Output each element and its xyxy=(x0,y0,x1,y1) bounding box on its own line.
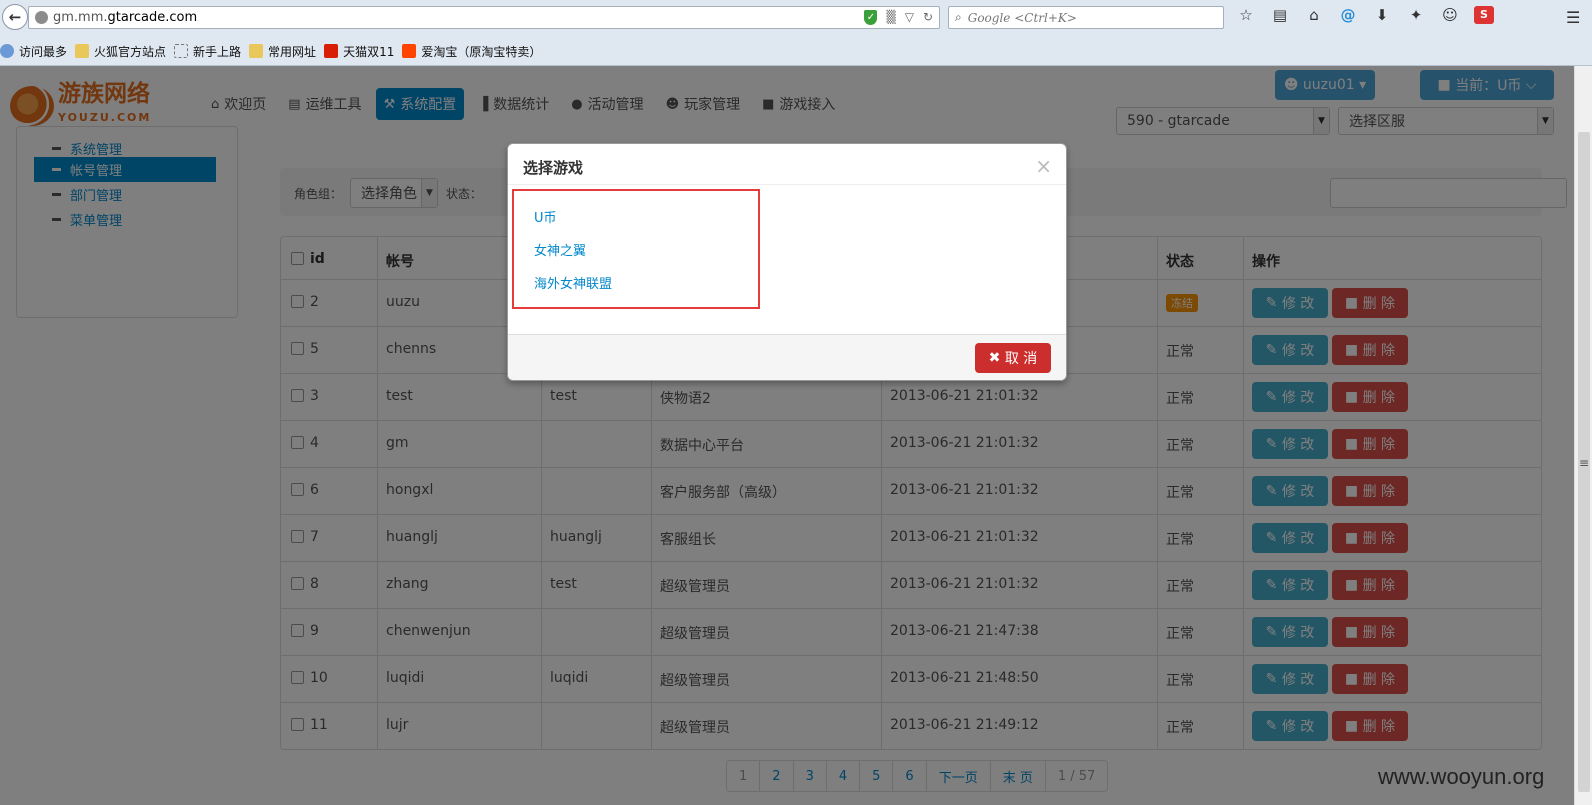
qrcode-icon[interactable]: ▒ xyxy=(886,10,895,25)
cancel-label: 取 消 xyxy=(1004,351,1038,367)
bookmark-label: 天猫双11 xyxy=(343,44,395,59)
tmall-icon xyxy=(324,44,339,58)
bookmark-label: 访问最多 xyxy=(19,44,68,59)
page-icon xyxy=(174,44,189,58)
bookmark-label: 爱淘宝（原淘宝特卖） xyxy=(421,44,542,59)
addon-s-icon[interactable]: S xyxy=(1474,6,1494,24)
home-icon[interactable]: ⌂ xyxy=(1304,6,1324,24)
navigation-row: ← gm.mm.gtarcade.com ✓ ▒ ▽ ↻ ⌕ Google <C… xyxy=(0,0,1592,34)
game-option-overseas-league[interactable]: 海外女神联盟 xyxy=(534,273,612,292)
bookmark-star-icon[interactable]: ☆ xyxy=(1236,6,1256,24)
modal-header: 选择游戏 × xyxy=(508,144,1066,185)
dropdown-icon[interactable]: ▽ xyxy=(905,10,914,25)
address-bar[interactable]: gm.mm.gtarcade.com ✓ ▒ ▽ ↻ xyxy=(28,6,940,29)
modal-body: U币 女神之翼 海外女神联盟 xyxy=(508,185,1066,334)
game-option-goddess-wings[interactable]: 女神之翼 xyxy=(534,240,586,259)
game-option-ubi[interactable]: U币 xyxy=(534,207,557,226)
chat-icon[interactable]: ☺ xyxy=(1440,6,1460,24)
search-icon: ⌕ xyxy=(955,10,962,24)
back-arrow-icon: ← xyxy=(8,8,22,26)
page-scrollbar[interactable]: ≡ xyxy=(1574,66,1592,805)
browser-toolbar-icons: ☆ ▤ ⌂ @ ⬇ ✦ ☺ S xyxy=(1236,6,1494,24)
back-button[interactable]: ← xyxy=(2,4,28,30)
bookmark-item[interactable]: 新手上路 xyxy=(174,43,241,60)
cancel-button[interactable]: ✖ 取 消 xyxy=(975,343,1051,373)
bookmark-item[interactable]: 爱淘宝（原淘宝特卖） xyxy=(402,43,541,60)
bookmark-item[interactable]: 天猫双11 xyxy=(324,43,394,60)
search-bar[interactable]: ⌕ Google <Ctrl+K> xyxy=(948,6,1224,29)
menu-icon[interactable]: ☰ xyxy=(1566,8,1580,27)
url-domain: gtarcade.com xyxy=(107,10,198,25)
url-tools: ✓ ▒ ▽ ↻ xyxy=(864,10,933,25)
folder-icon xyxy=(249,44,264,58)
download-icon[interactable]: ⬇ xyxy=(1372,6,1392,24)
url-text: gm.mm.gtarcade.com xyxy=(53,10,197,25)
reading-list-icon[interactable]: ▤ xyxy=(1270,6,1290,24)
close-icon[interactable]: × xyxy=(1035,154,1052,178)
folder-icon xyxy=(75,44,90,58)
bookmarks-bar: 访问最多 火狐官方站点 新手上路 常用网址 天猫双11 爱淘宝（原淘宝特卖） xyxy=(0,40,549,62)
watermark: www.wooyun.org xyxy=(1378,764,1545,789)
bookmark-label: 常用网址 xyxy=(268,44,317,59)
most-visited-icon xyxy=(0,44,14,58)
select-game-modal: 选择游戏 × U币 女神之翼 海外女神联盟 ✖ 取 消 xyxy=(507,143,1067,381)
scroll-grip-icon: ≡ xyxy=(1579,456,1590,470)
bookmark-item[interactable]: 常用网址 xyxy=(249,43,316,60)
bookmark-item[interactable]: 访问最多 xyxy=(0,43,67,60)
close-icon: ✖ xyxy=(988,350,1005,366)
addon-icon[interactable]: ✦ xyxy=(1406,6,1426,24)
globe-icon xyxy=(35,11,48,24)
search-placeholder: Google <Ctrl+K> xyxy=(967,10,1077,25)
modal-footer: ✖ 取 消 xyxy=(508,334,1066,380)
taobao-icon xyxy=(402,44,417,58)
bookmark-item[interactable]: 火狐官方站点 xyxy=(75,43,166,60)
shield-icon[interactable]: ✓ xyxy=(864,10,878,25)
browser-toolbar: ← gm.mm.gtarcade.com ✓ ▒ ▽ ↻ ⌕ Google <C… xyxy=(0,0,1592,66)
bookmark-label: 火狐官方站点 xyxy=(94,44,167,59)
mail-at-icon[interactable]: @ xyxy=(1338,6,1358,24)
bookmark-label: 新手上路 xyxy=(193,44,242,59)
reload-icon[interactable]: ↻ xyxy=(923,10,933,25)
url-prefix: gm.mm. xyxy=(53,10,108,25)
modal-title: 选择游戏 xyxy=(523,159,584,177)
